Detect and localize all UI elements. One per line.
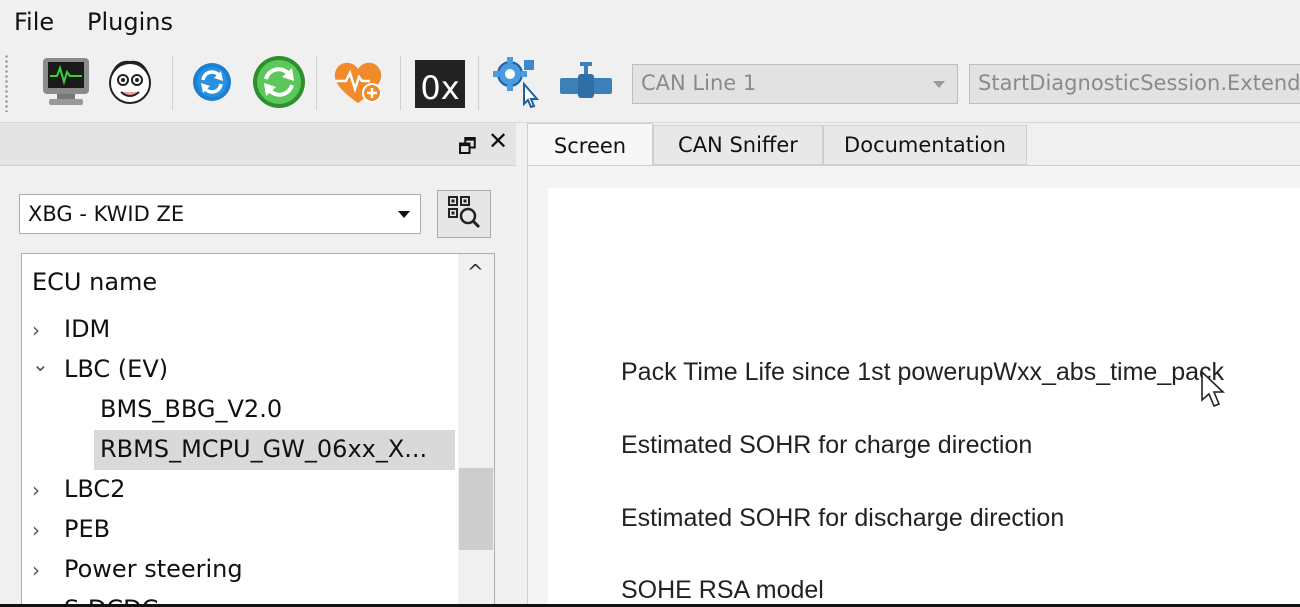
toolbar-separator <box>316 56 317 110</box>
hex-button[interactable]: 0x <box>410 54 470 114</box>
close-icon[interactable]: ✕ <box>488 127 508 155</box>
scrollbar-thumb[interactable] <box>459 468 493 550</box>
heart-plus-button[interactable] <box>328 54 388 114</box>
chevron-down-icon <box>398 211 410 218</box>
toolbar-separator <box>172 56 173 110</box>
vehicle-select[interactable]: XBG - KWID ZE <box>19 194 421 234</box>
tree-item-lbc2[interactable]: › LBC2 <box>22 470 455 510</box>
valve-icon <box>558 58 614 110</box>
session-value: StartDiagnosticSession.Extende <box>978 71 1300 95</box>
tree-item-label: LBC2 <box>64 475 126 503</box>
hex-icon: 0x <box>415 60 465 108</box>
menu-file[interactable]: File <box>14 6 54 38</box>
valve-button[interactable] <box>556 54 616 114</box>
tree-item-bms-bbg[interactable]: BMS_BBG_V2.0 <box>22 390 455 430</box>
tab-documentation[interactable]: Documentation <box>823 125 1027 165</box>
tree-item-lbc-ev[interactable]: ⌄ LBC (EV) <box>22 350 455 390</box>
tab-screen[interactable]: Screen <box>527 123 653 167</box>
tree-item-peb[interactable]: › PEB <box>22 510 455 550</box>
toolbar-separator <box>478 56 479 110</box>
chevron-down-icon[interactable]: ⌄ <box>32 352 49 376</box>
chevron-right-icon[interactable]: › <box>32 518 40 542</box>
tree-item-label: RBMS_MCPU_GW_06xx_X... <box>100 435 428 463</box>
tree-item-label: BMS_BBG_V2.0 <box>100 395 283 423</box>
tree-item-label: PEB <box>64 515 111 543</box>
face-icon <box>104 56 156 112</box>
mouse-pointer-icon <box>1200 370 1226 414</box>
float-icon[interactable]: 🗗 <box>458 132 477 166</box>
face-button[interactable] <box>100 54 160 114</box>
chevron-right-icon[interactable]: › <box>32 318 40 342</box>
tree-scrollbar[interactable]: ^ <box>458 254 494 606</box>
can-line-value: CAN Line 1 <box>641 71 757 95</box>
session-select[interactable]: StartDiagnosticSession.Extende <box>969 64 1300 104</box>
param-label: Estimated SOHR for charge direction <box>621 431 1033 459</box>
toolbar-grip[interactable] <box>4 54 10 112</box>
scroll-up-icon[interactable]: ^ <box>467 260 484 284</box>
dock-title-bar <box>0 123 516 166</box>
refresh-blue-button[interactable] <box>182 54 242 114</box>
refresh-green-button[interactable] <box>249 54 309 114</box>
tree-item-power-steering[interactable]: › Power steering <box>22 550 455 590</box>
qr-search-button[interactable] <box>437 190 491 238</box>
toolbar-separator <box>400 56 401 110</box>
vehicle-value: XBG - KWID ZE <box>28 202 185 226</box>
toolbar: 0x CAN Line 1 StartDiagnosticSession.Ext… <box>0 46 1300 123</box>
tree-header: ECU name <box>32 268 158 296</box>
heart-plus-icon <box>330 57 386 111</box>
screen-canvas <box>548 188 1300 607</box>
chevron-down-icon <box>933 81 945 88</box>
chevron-right-icon[interactable]: › <box>32 478 40 502</box>
qr-search-icon <box>446 194 482 234</box>
menu-plugins[interactable]: Plugins <box>87 6 173 38</box>
tree-item-label: Power steering <box>64 555 243 583</box>
ecu-tree: ECU name › IDM ⌄ LBC (EV) BMS_BBG_V2.0 R… <box>21 253 495 607</box>
tab-bar: Screen CAN Sniffer Documentation <box>527 123 1300 167</box>
chevron-right-icon[interactable]: › <box>32 558 40 582</box>
menu-bar: File Plugins <box>0 0 1300 46</box>
tree-item-label: LBC (EV) <box>64 355 169 383</box>
tree-item-label: IDM <box>64 315 111 343</box>
gear-click-icon <box>490 54 546 114</box>
param-label: Estimated SOHR for discharge direction <box>621 504 1065 532</box>
tree-item-idm[interactable]: › IDM <box>22 310 455 350</box>
monitor-icon <box>39 56 93 112</box>
gear-click-button[interactable] <box>488 54 548 114</box>
param-label: SOHE RSA model <box>621 576 824 604</box>
refresh-green-icon <box>251 54 307 114</box>
can-line-select[interactable]: CAN Line 1 <box>632 64 958 104</box>
refresh-blue-icon <box>190 60 234 108</box>
param-label: Pack Time Life since 1st powerupWxx_abs_… <box>621 358 1225 386</box>
tab-can-sniffer[interactable]: CAN Sniffer <box>653 125 823 165</box>
tree-item-rbms-mcpu[interactable]: RBMS_MCPU_GW_06xx_X... <box>94 430 455 470</box>
monitor-button[interactable] <box>36 54 96 114</box>
